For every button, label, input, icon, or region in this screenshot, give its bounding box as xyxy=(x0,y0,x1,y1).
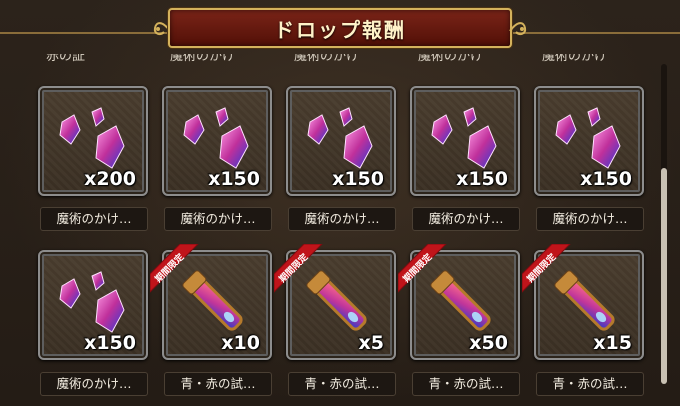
item-quantity: x200 xyxy=(84,168,136,190)
item-name: 魔術のかけ… xyxy=(40,207,148,231)
partial-label-text: 魔術のかけ xyxy=(170,54,236,64)
reward-item-tile[interactable]: x150 xyxy=(38,250,148,360)
item-name: 青・赤の試… xyxy=(536,372,644,396)
item-quantity: x150 xyxy=(456,168,508,190)
partial-item-label: 魔術のかけ xyxy=(418,54,524,68)
partial-label-text: 魔術のかけ xyxy=(294,54,360,64)
reward-item-tile[interactable]: x150 xyxy=(534,86,644,196)
partial-item-label: 魔術のかけ xyxy=(294,54,400,68)
reward-item-tile[interactable]: x150 xyxy=(162,86,272,196)
partial-item-label: 魔術のかけ xyxy=(542,54,648,68)
partial-label-text: 魔術のかけ xyxy=(418,54,484,64)
item-quantity: x5 xyxy=(358,332,384,354)
page-title: ドロップ報酬 xyxy=(274,17,406,42)
reward-item-tile[interactable]: x150 xyxy=(286,86,396,196)
item-quantity: x15 xyxy=(593,332,632,354)
item-quantity: x150 xyxy=(84,332,136,354)
reward-item-tile[interactable]: x150 xyxy=(410,86,520,196)
item-quantity: x50 xyxy=(469,332,508,354)
item-quantity: x150 xyxy=(208,168,260,190)
reward-item-tile[interactable]: x200 xyxy=(38,86,148,196)
partial-label-text: 赤の証 xyxy=(46,54,86,64)
item-name: 魔術のかけ… xyxy=(40,372,148,396)
item-quantity: x10 xyxy=(221,332,260,354)
scrollbar[interactable] xyxy=(661,64,667,384)
item-name: 魔術のかけ… xyxy=(536,207,644,231)
partial-item-label: 赤の証 xyxy=(46,54,152,68)
partial-item-label: 魔術のかけ xyxy=(170,54,276,68)
item-name: 青・赤の試… xyxy=(412,372,520,396)
item-quantity: x150 xyxy=(332,168,384,190)
item-name: 青・赤の試… xyxy=(288,372,396,396)
ornament-right-icon xyxy=(509,22,527,36)
item-name: 魔術のかけ… xyxy=(412,207,520,231)
item-name: 魔術のかけ… xyxy=(164,207,272,231)
title-plate: ドロップ報酬 xyxy=(168,8,512,48)
title-bar: ドロップ報酬 xyxy=(0,6,680,50)
scrollbar-thumb[interactable] xyxy=(661,168,667,384)
item-quantity: x150 xyxy=(580,168,632,190)
item-name: 青・赤の試… xyxy=(164,372,272,396)
item-name: 魔術のかけ… xyxy=(288,207,396,231)
partial-label-text: 魔術のかけ xyxy=(542,54,608,64)
